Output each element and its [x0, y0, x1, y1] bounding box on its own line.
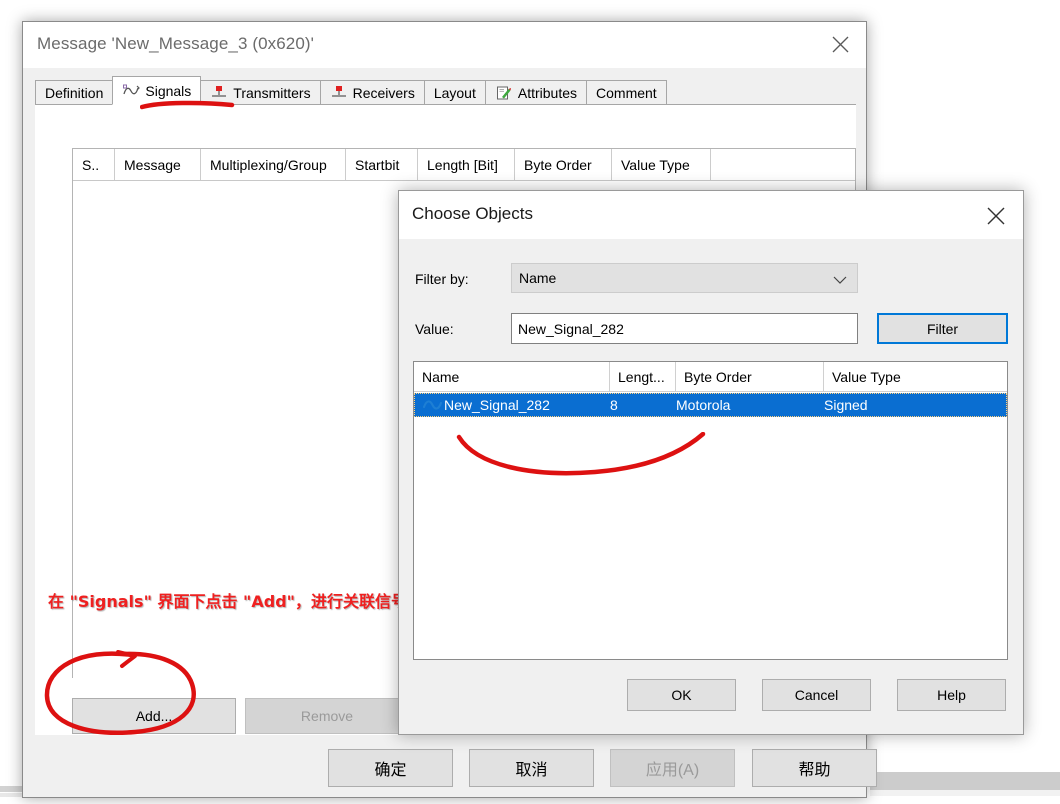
list-col-value-type[interactable]: Value Type — [824, 362, 1007, 391]
main-titlebar: Message 'New_Message_3 (0x620)' — [23, 22, 866, 68]
dialog-ok-button[interactable]: OK — [627, 679, 736, 711]
add-button[interactable]: Add... — [72, 698, 236, 734]
dialog-titlebar: Choose Objects — [399, 191, 1023, 239]
tab-attributes[interactable]: Attributes — [484, 80, 588, 105]
close-icon[interactable] — [820, 28, 860, 58]
grid-col-message[interactable]: Message — [115, 149, 201, 180]
cancel-button-label: 取消 — [515, 762, 548, 779]
dialog-cancel-label: Cancel — [794, 687, 839, 703]
choose-objects-dialog: Choose Objects Filter by: Name Value: Ne… — [398, 190, 1024, 735]
help-button[interactable]: 帮助 — [752, 749, 877, 787]
taskbar-strip-right — [870, 772, 1060, 790]
apply-button: 应用(A) — [610, 749, 735, 787]
tab-attributes-label: Attributes — [517, 84, 578, 101]
list-item-value-type: Signed — [824, 397, 868, 413]
help-button-label: 帮助 — [798, 762, 831, 779]
grid-col-filler — [711, 149, 855, 180]
list-item-byte-order: Motorola — [676, 397, 731, 413]
ok-button-label: 确定 — [374, 762, 407, 779]
close-icon[interactable] — [975, 198, 1017, 230]
signals-grid-header: S.. Message Multiplexing/Group Startbit … — [73, 149, 855, 181]
remove-button: Remove — [245, 698, 409, 734]
tab-signals-label: Signals — [145, 82, 192, 99]
tab-comment-label: Comment — [596, 84, 657, 101]
value-label: Value: — [415, 321, 454, 337]
node-receiver-icon — [330, 85, 348, 101]
cancel-button[interactable]: 取消 — [469, 749, 594, 787]
grid-col-value-type[interactable]: Value Type — [612, 149, 711, 180]
filter-button[interactable]: Filter — [877, 313, 1008, 344]
tab-comment[interactable]: Comment — [586, 80, 667, 105]
signal-wave-icon — [122, 83, 140, 99]
ok-button[interactable]: 确定 — [328, 749, 453, 787]
tab-transmitters[interactable]: Transmitters — [200, 80, 321, 105]
dialog-ok-label: OK — [671, 687, 692, 703]
filter-by-value: Name — [519, 270, 557, 286]
chevron-down-icon — [833, 272, 847, 288]
value-input[interactable]: New_Signal_282 — [511, 313, 858, 344]
main-footer: 确定 取消 应用(A) 帮助 — [23, 740, 877, 798]
page-title: Message 'New_Message_3 (0x620)' — [37, 34, 315, 53]
tab-transmitters-label: Transmitters — [233, 84, 311, 101]
tab-signals[interactable]: Signals — [112, 76, 202, 105]
tab-definition[interactable]: Definition — [35, 80, 114, 105]
filter-by-label: Filter by: — [415, 271, 469, 287]
grid-col-multiplexing[interactable]: Multiplexing/Group — [201, 149, 346, 180]
grid-col-length[interactable]: Length [Bit] — [418, 149, 515, 180]
tab-layout[interactable]: Layout — [423, 80, 486, 105]
signal-wave-icon — [422, 398, 443, 412]
tab-receivers-label: Receivers — [352, 84, 415, 101]
tab-receivers[interactable]: Receivers — [319, 80, 425, 105]
list-col-byte-order[interactable]: Byte Order — [676, 362, 824, 391]
list-col-length[interactable]: Lengt... — [610, 362, 676, 391]
add-button-label: Add... — [135, 708, 173, 724]
grid-col-status[interactable]: S.. — [73, 149, 115, 180]
remove-button-label: Remove — [300, 708, 354, 724]
tab-definition-label: Definition — [45, 84, 104, 101]
dialog-help-label: Help — [937, 687, 966, 703]
attributes-pencil-icon — [495, 85, 513, 101]
node-transmitter-icon — [210, 85, 228, 101]
filter-button-label: Filter — [926, 320, 959, 337]
tab-layout-label: Layout — [433, 84, 476, 101]
apply-button-label: 应用(A) — [645, 762, 700, 779]
value-input-text: New_Signal_282 — [518, 320, 624, 337]
list-item[interactable]: New_Signal_282 8 Motorola Signed — [414, 393, 1007, 417]
listview-header: Name Lengt... Byte Order Value Type — [414, 362, 1007, 392]
tab-strip: Definition Signals Transmitters Receiver… — [35, 76, 667, 105]
list-item-name: New_Signal_282 — [444, 397, 550, 413]
dialog-cancel-button[interactable]: Cancel — [762, 679, 871, 711]
grid-col-byte-order[interactable]: Byte Order — [515, 149, 612, 180]
objects-listview[interactable]: Name Lengt... Byte Order Value Type New_… — [413, 361, 1008, 660]
list-item-length: 8 — [610, 397, 618, 413]
grid-col-startbit[interactable]: Startbit — [346, 149, 418, 180]
list-col-name[interactable]: Name — [414, 362, 610, 391]
taskbar-strip-right-lower — [870, 790, 1060, 796]
filter-by-select[interactable]: Name — [511, 263, 858, 293]
dialog-help-button[interactable]: Help — [897, 679, 1006, 711]
dialog-title: Choose Objects — [412, 204, 533, 223]
